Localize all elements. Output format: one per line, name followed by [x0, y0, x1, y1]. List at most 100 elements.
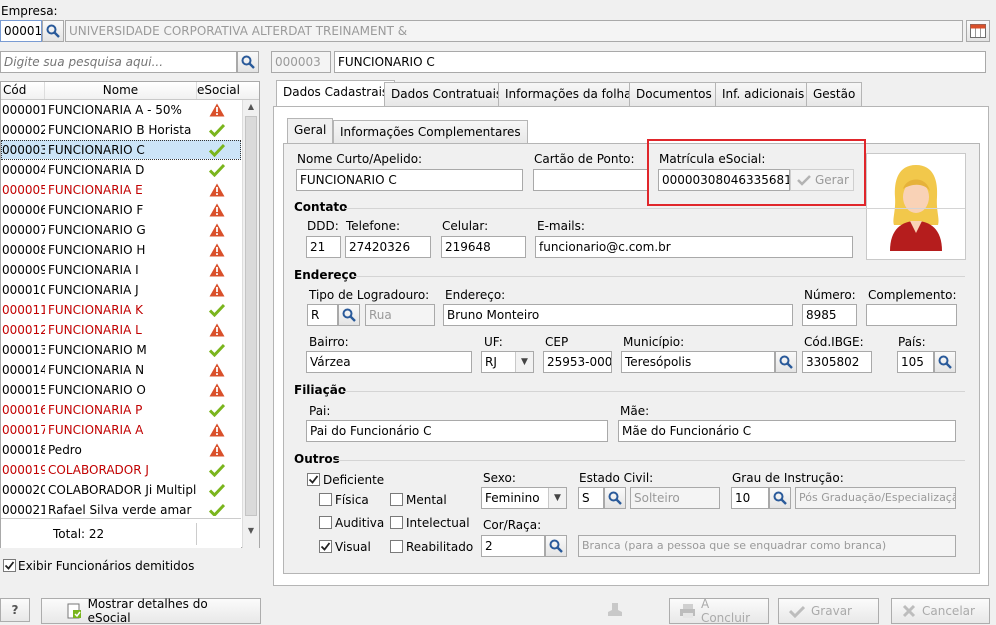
- table-row[interactable]: 000012 FUNCIONARIA L: [1, 320, 241, 340]
- uf-select[interactable]: RJ ▼: [481, 351, 534, 373]
- table-row[interactable]: 000003 FUNCIONARIO C: [1, 140, 241, 160]
- table-row[interactable]: 000021 Rafael Silva verde amar: [1, 500, 241, 516]
- subtab-geral[interactable]: Geral: [287, 118, 334, 144]
- fisica-checkbox[interactable]: [319, 493, 332, 506]
- col-header-nome[interactable]: Nome: [45, 82, 197, 99]
- empresa-code-input[interactable]: 00001: [0, 20, 42, 42]
- ddd-input[interactable]: 21: [306, 236, 341, 258]
- table-row[interactable]: 000007 FUNCIONARIO G: [1, 220, 241, 240]
- scroll-thumb[interactable]: [245, 116, 257, 516]
- table-row[interactable]: 000009 FUNCIONARIA I: [1, 260, 241, 280]
- tab-documentos[interactable]: Documentos: [629, 82, 719, 106]
- scroll-up-arrow[interactable]: ▲: [243, 100, 259, 114]
- search-button[interactable]: [237, 51, 259, 73]
- intelectual-checkbox[interactable]: [390, 516, 403, 529]
- empresa-name-field: UNIVERSIDADE CORPORATIVA ALTERDAT TREINA…: [65, 20, 963, 42]
- list-scrollbar[interactable]: ▲ ▼: [242, 100, 259, 548]
- subtab-informacoes-complementares[interactable]: Informações Complementares: [333, 120, 528, 144]
- employee-name-field[interactable]: FUNCIONARIO C: [334, 51, 986, 73]
- empresa-search-button[interactable]: [42, 20, 64, 42]
- telefone-input[interactable]: 27420326: [345, 236, 431, 258]
- tipo-logradouro-search-button[interactable]: [338, 304, 360, 326]
- gerar-button[interactable]: Gerar: [790, 169, 854, 191]
- deficiente-checkbox[interactable]: [307, 473, 320, 486]
- concluir-button[interactable]: A Concluir: [669, 597, 769, 625]
- table-row[interactable]: 000017 FUNCIONARIA A: [1, 420, 241, 440]
- matricula-input[interactable]: 00000308046335681: [658, 169, 790, 191]
- pais-search-button[interactable]: [934, 351, 956, 373]
- estado-civil-code-input[interactable]: S: [578, 487, 604, 509]
- scroll-down-arrow[interactable]: ▼: [243, 524, 259, 538]
- table-row[interactable]: 000015 FUNCIONARIO O: [1, 380, 241, 400]
- mental-checkbox[interactable]: [390, 493, 403, 506]
- mostrar-esocial-button[interactable]: Mostrar detalhes do eSocial: [41, 597, 261, 625]
- pais-input[interactable]: 105: [897, 351, 934, 373]
- table-row[interactable]: 000005 FUNCIONARIA E: [1, 180, 241, 200]
- mental-label: Mental: [406, 493, 447, 507]
- tab-dados-contratuais[interactable]: Dados Contratuais: [384, 82, 510, 106]
- tab-inf-adicionais[interactable]: Inf. adicionais: [715, 82, 812, 106]
- gravar-button[interactable]: Gravar: [778, 598, 879, 624]
- col-header-esocial[interactable]: eSocial: [197, 82, 240, 99]
- nome-curto-input[interactable]: FUNCIONARIO C: [296, 169, 523, 191]
- table-row[interactable]: 000019 COLABORADOR J: [1, 460, 241, 480]
- table-row[interactable]: 000008 FUNCIONARIO H: [1, 240, 241, 260]
- reabilitado-checkbox[interactable]: [390, 540, 403, 553]
- table-row[interactable]: 000006 FUNCIONARIO F: [1, 200, 241, 220]
- grau-instrucao-code-input[interactable]: 10: [731, 487, 769, 509]
- table-row[interactable]: 000004 FUNCIONARIA D: [1, 160, 241, 180]
- tab-gestao[interactable]: Gestão: [806, 82, 863, 106]
- esocial-warning-icon: [197, 100, 237, 119]
- tab-informacoes-folha[interactable]: Informações da folha: [498, 82, 639, 106]
- calendar-button[interactable]: [966, 20, 990, 42]
- stamp-button[interactable]: [598, 600, 632, 621]
- tipo-logradouro-code-input[interactable]: R: [307, 304, 338, 326]
- celular-input[interactable]: 219648: [441, 236, 526, 258]
- cor-raca-search-button[interactable]: [545, 535, 567, 557]
- cancelar-button[interactable]: Cancelar: [891, 598, 990, 624]
- table-row[interactable]: 000002 FUNCIONARIO B Horista: [1, 120, 241, 140]
- municipio-search-button[interactable]: [775, 351, 797, 373]
- table-row[interactable]: 000014 FUNCIONARIA N: [1, 360, 241, 380]
- cor-raca-code-input[interactable]: 2: [481, 535, 545, 557]
- table-row[interactable]: 000020 COLABORADOR Ji Multiplo: [1, 480, 241, 500]
- sexo-select[interactable]: Feminino ▼: [481, 487, 567, 509]
- telefone-label: Telefone:: [346, 219, 400, 233]
- list-total: Total: 22: [53, 527, 105, 541]
- tab-dados-cadastrais[interactable]: Dados Cadastrais: [276, 80, 396, 106]
- help-button[interactable]: ?: [0, 598, 30, 622]
- search-icon: [779, 355, 793, 369]
- row-cod: 000019: [2, 463, 45, 477]
- numero-input[interactable]: 8985: [802, 304, 857, 326]
- visual-checkbox[interactable]: [319, 540, 332, 553]
- ibge-input[interactable]: 3305802: [802, 351, 872, 373]
- table-row[interactable]: 000016 FUNCIONARIA P: [1, 400, 241, 420]
- exibir-demitidos-checkbox[interactable]: [3, 559, 16, 572]
- emails-input[interactable]: funcionario@c.com.br: [535, 236, 853, 258]
- search-input[interactable]: [0, 51, 237, 73]
- table-row[interactable]: 000013 FUNCIONARIO M: [1, 340, 241, 360]
- mae-input[interactable]: Mãe do Funcionário C: [618, 420, 956, 442]
- municipio-input[interactable]: Teresópolis: [621, 351, 775, 373]
- employee-photo[interactable]: [866, 153, 966, 260]
- chevron-down-icon[interactable]: ▼: [515, 352, 533, 372]
- estado-civil-search-button[interactable]: [604, 487, 626, 509]
- table-row[interactable]: 000001 FUNCIONARIA A - 50%: [1, 100, 241, 120]
- pai-input[interactable]: Pai do Funcionário C: [306, 420, 608, 442]
- cep-input[interactable]: 25953-000: [543, 351, 612, 373]
- row-nome: FUNCIONARIO O: [48, 383, 146, 397]
- chevron-down-icon[interactable]: ▼: [548, 488, 566, 508]
- grau-instrucao-search-button[interactable]: [769, 487, 791, 509]
- auditiva-checkbox[interactable]: [319, 516, 332, 529]
- table-row[interactable]: 000010 FUNCIONARIA J: [1, 280, 241, 300]
- col-header-cod[interactable]: Cód: [1, 82, 45, 99]
- cartao-ponto-input[interactable]: [533, 169, 648, 191]
- table-row[interactable]: 000018 Pedro: [1, 440, 241, 460]
- intelectual-label: Intelectual: [406, 516, 470, 530]
- row-cod: 000011: [2, 303, 45, 317]
- endereco-input[interactable]: Bruno Monteiro: [443, 304, 793, 326]
- table-row[interactable]: 000011 FUNCIONARIA K: [1, 300, 241, 320]
- row-cod: 000017: [2, 423, 45, 437]
- bairro-input[interactable]: Várzea: [306, 351, 472, 373]
- complemento-input[interactable]: [866, 304, 957, 326]
